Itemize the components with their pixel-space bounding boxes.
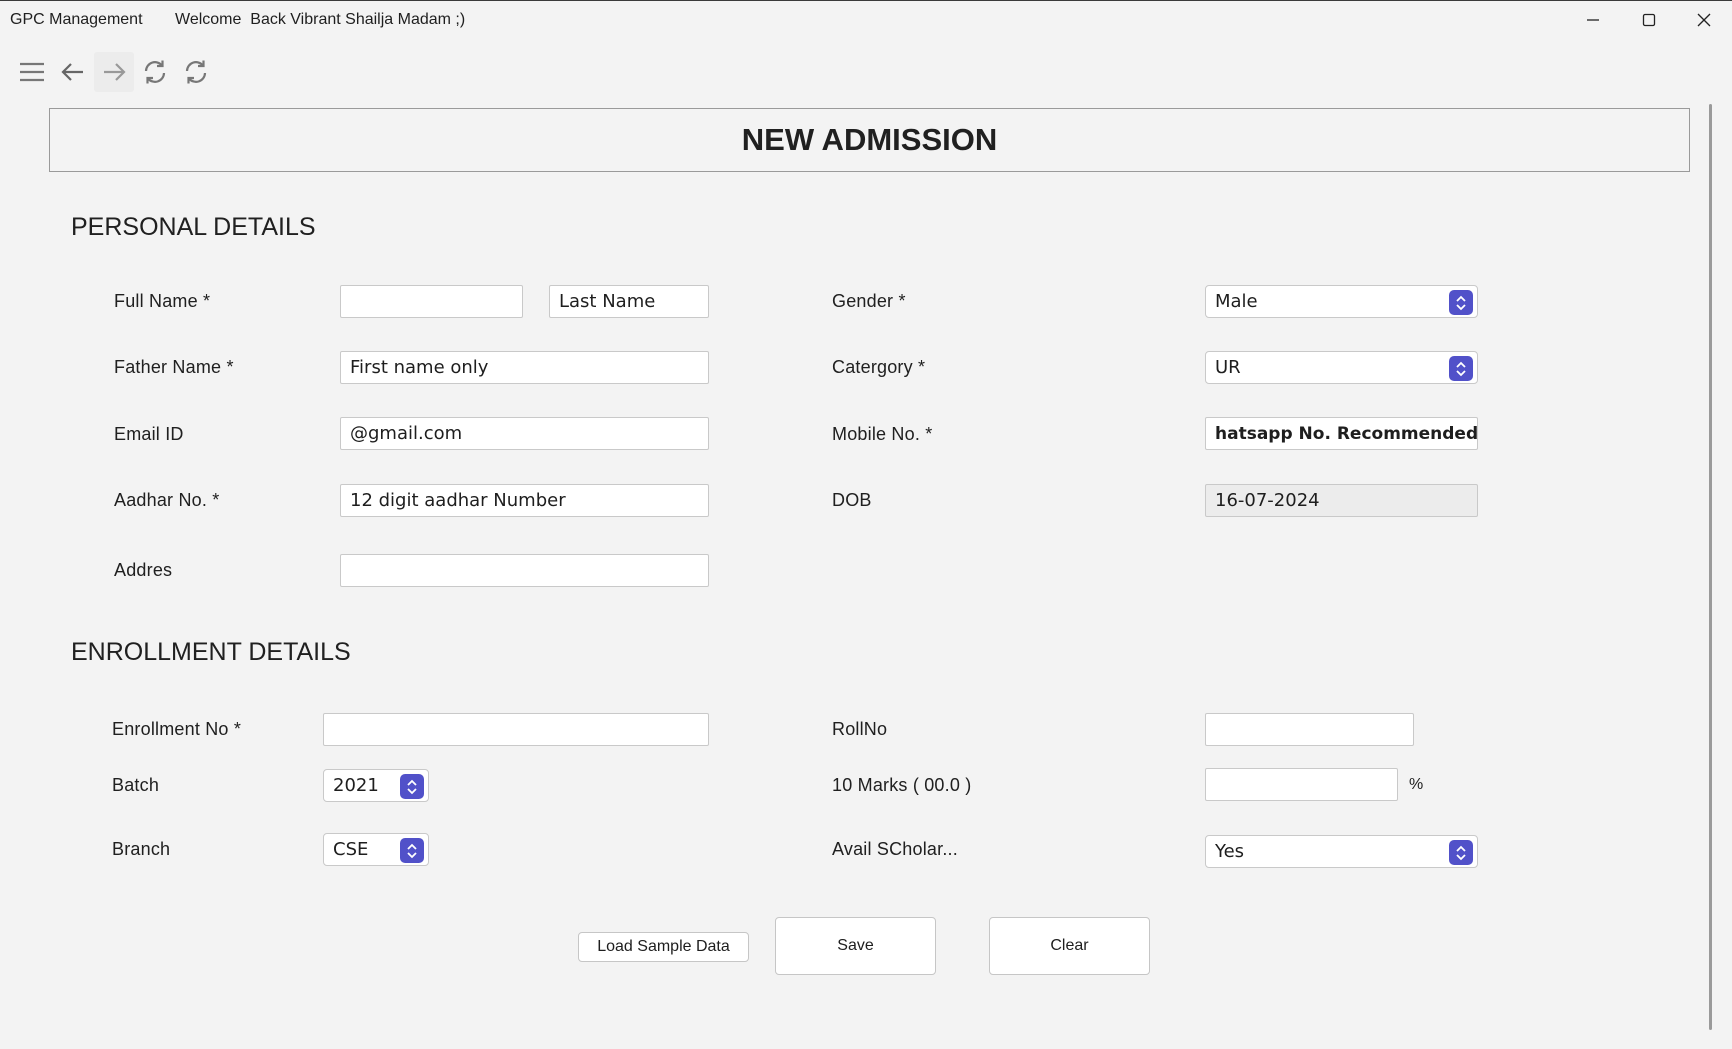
percent-suffix: % bbox=[1409, 776, 1424, 793]
aadhar-field[interactable]: 12 digit aadhar Number bbox=[340, 484, 709, 517]
marks-label: 10 Marks ( 00.0 ) bbox=[832, 775, 972, 795]
reload-icon bbox=[185, 60, 207, 84]
reload-button[interactable] bbox=[176, 52, 216, 92]
marks-field[interactable] bbox=[1205, 768, 1398, 801]
gender-select[interactable]: Male bbox=[1205, 285, 1478, 318]
spinner-arrows-icon[interactable] bbox=[1449, 840, 1473, 865]
spinner-arrows-icon[interactable] bbox=[1449, 290, 1473, 315]
rollno-label: RollNo bbox=[832, 719, 888, 739]
hamburger-menu-icon bbox=[20, 62, 44, 82]
minimize-button[interactable] bbox=[1570, 3, 1616, 37]
dob-field[interactable]: 16-07-2024 bbox=[1205, 484, 1478, 517]
batch-spinner[interactable]: 2021 bbox=[323, 769, 429, 802]
first-name-field[interactable] bbox=[340, 285, 523, 318]
maximize-button[interactable] bbox=[1626, 3, 1672, 37]
branch-spinner-value: CSE bbox=[333, 839, 369, 860]
scholarship-label: Avail SCholar... bbox=[832, 839, 958, 859]
save-button[interactable]: Save bbox=[775, 917, 936, 975]
enrollment-details-heading: ENROLLMENT DETAILS bbox=[71, 638, 351, 666]
refresh-icon bbox=[144, 60, 166, 84]
page-title: NEW ADMISSION bbox=[741, 122, 998, 157]
address-label: Addres bbox=[114, 560, 173, 580]
scholarship-select[interactable]: Yes bbox=[1205, 835, 1478, 868]
branch-spinner[interactable]: CSE bbox=[323, 833, 429, 866]
father-name-field[interactable]: First name only bbox=[340, 351, 709, 384]
app-name: GPC Management bbox=[10, 11, 143, 28]
menu-button[interactable] bbox=[12, 52, 52, 92]
full-name-label: Full Name * bbox=[114, 291, 211, 311]
personal-details-heading: PERSONAL DETAILS bbox=[71, 213, 316, 241]
maximize-icon bbox=[1642, 13, 1656, 27]
vertical-scrollbar[interactable] bbox=[1709, 104, 1712, 1030]
minimize-icon bbox=[1587, 19, 1599, 21]
email-field[interactable]: @gmail.com bbox=[340, 417, 709, 450]
father-name-label: Father Name * bbox=[114, 357, 234, 377]
mobile-label: Mobile No. * bbox=[832, 424, 933, 444]
title-bar: GPC Management Welcome Back Vibrant Shai… bbox=[0, 0, 1732, 38]
batch-label: Batch bbox=[112, 775, 160, 795]
refresh-button[interactable] bbox=[135, 52, 175, 92]
welcome-message: Welcome Back Vibrant Shailja Madam ;) bbox=[175, 11, 466, 28]
close-icon bbox=[1697, 13, 1711, 27]
category-label: Catergory * bbox=[832, 357, 926, 377]
branch-label: Branch bbox=[112, 839, 171, 859]
spinner-arrows-icon[interactable] bbox=[1449, 356, 1473, 381]
email-label: Email ID bbox=[114, 424, 184, 444]
gender-label: Gender * bbox=[832, 291, 906, 311]
category-select[interactable]: UR bbox=[1205, 351, 1478, 384]
enrollment-no-label: Enrollment No * bbox=[112, 719, 242, 739]
batch-spinner-value: 2021 bbox=[333, 775, 379, 796]
address-field[interactable] bbox=[340, 554, 709, 587]
clear-button[interactable]: Clear bbox=[989, 917, 1150, 975]
arrow-left-icon bbox=[61, 63, 83, 81]
dob-label: DOB bbox=[832, 490, 872, 510]
back-button[interactable] bbox=[53, 52, 93, 92]
mobile-field[interactable]: hatsapp No. Recommended bbox=[1205, 417, 1478, 450]
gender-select-value: Male bbox=[1215, 291, 1258, 312]
rollno-field[interactable] bbox=[1205, 713, 1414, 746]
aadhar-label: Aadhar No. * bbox=[114, 490, 220, 510]
enrollment-no-field[interactable] bbox=[323, 713, 709, 746]
scholarship-select-value: Yes bbox=[1215, 841, 1245, 862]
forward-button[interactable] bbox=[94, 52, 134, 92]
spinner-arrows-icon[interactable] bbox=[400, 838, 424, 863]
arrow-right-icon bbox=[104, 63, 126, 81]
spinner-arrows-icon[interactable] bbox=[400, 774, 424, 799]
page-header: NEW ADMISSION bbox=[49, 108, 1690, 172]
last-name-field[interactable]: Last Name bbox=[549, 285, 709, 318]
toolbar bbox=[12, 52, 217, 92]
category-select-value: UR bbox=[1215, 357, 1241, 378]
close-button[interactable] bbox=[1681, 3, 1727, 37]
load-sample-data-button[interactable]: Load Sample Data bbox=[578, 932, 749, 962]
